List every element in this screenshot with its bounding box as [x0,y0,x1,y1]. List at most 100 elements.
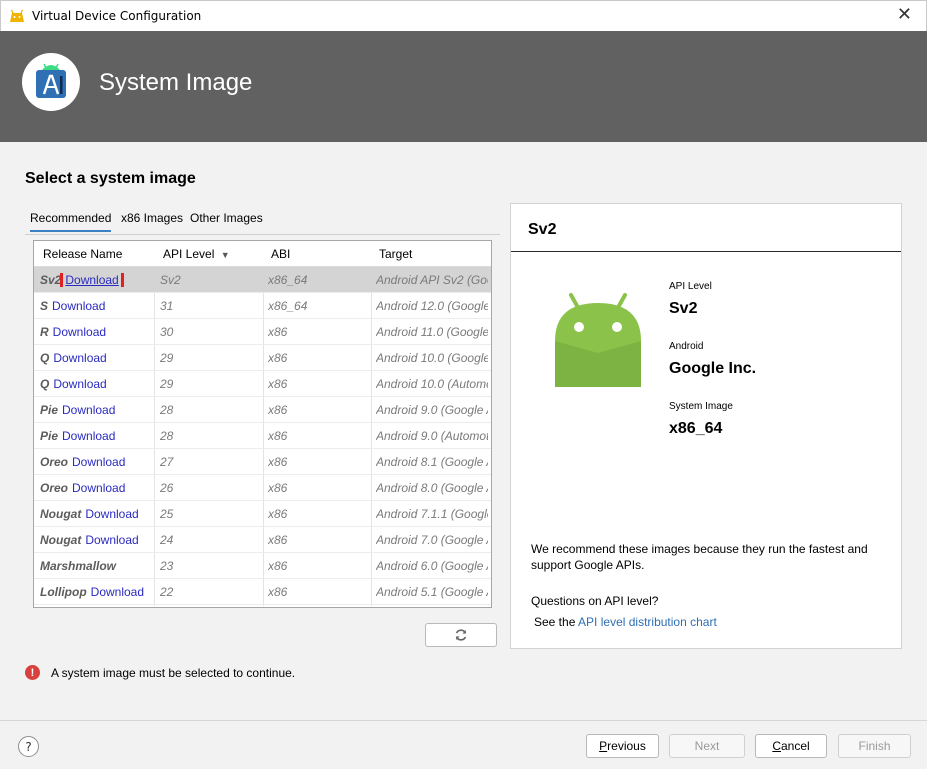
help-button[interactable]: ? [18,736,39,757]
download-link[interactable]: Download [62,429,115,443]
header-banner: System Image [0,31,927,142]
image-details-panel: Sv2 API Level Sv2 Android Google Inc. Sy… [510,203,902,649]
target-cell: Android API Sv2 (Google Play) [376,273,488,287]
release-name: Lollipop [40,585,87,599]
api-level-cell: 31 [160,299,174,313]
abi-cell: x86 [268,481,288,495]
target-cell: Android 9.0 (Automotive) [376,429,488,443]
column-header-release-name[interactable]: Release Name [43,247,122,261]
android-value: Google Inc. [669,360,757,377]
download-link[interactable]: Download [53,377,106,391]
abi-cell: x86 [268,429,288,443]
page-heading: System Image [99,69,253,96]
target-cell: Android 7.1.1 (Google APIs) [376,507,488,521]
release-name-cell: Nougat Download [40,533,152,547]
release-name-cell: S Download [40,299,152,313]
release-name: Nougat [40,533,82,547]
api-level-cell: 26 [160,481,174,495]
table-row[interactable]: R Download 30 x86 Android 11.0 (Google APIs) [34,319,491,345]
abi-cell: x86 [268,585,288,599]
download-link[interactable]: Download [62,403,115,417]
release-name: Pie [40,403,59,417]
section-title: Select a system image [25,170,196,187]
tab-x86-images[interactable]: x86 Images [121,211,183,225]
validation-error: ! A system image must be selected to con… [25,665,295,680]
release-name-cell: Sv2 Download [40,273,152,287]
close-icon[interactable]: ✕ [897,5,912,25]
abi-cell: x86 [268,403,288,417]
release-name: Sv2 [40,273,62,287]
api-level-cell: 29 [160,351,174,365]
release-name: S [40,299,49,313]
api-question: Questions on API level? [531,594,659,608]
release-name-cell: Lollipop Download [40,585,152,599]
table-row[interactable]: QDownload 29 x86 Android 10.0 (Automotive) [34,371,491,397]
abi-cell: x86 [268,455,288,469]
previous-button[interactable]: Previous [586,734,659,758]
table-row[interactable]: NougatDownload 24 x86 Android 7.0 (Google A… [34,527,491,553]
column-header-api-level[interactable]: API Level ▼ [163,247,230,261]
release-name: Nougat [40,507,82,521]
error-message: A system image must be selected to conti… [51,665,296,680]
table-row[interactable]: OreoDownload 26 x86 Android 8.0 (Google API… [34,475,491,501]
api-level-cell: 23 [160,559,174,573]
sort-desc-icon: ▼ [220,250,230,260]
error-icon: ! [25,665,40,680]
cancel-button[interactable]: Cancel [755,734,827,758]
image-tabs: Recommended x86 Images Other Images [25,209,500,235]
target-cell: Android 10.0 (Google APIs) [376,351,488,365]
download-link[interactable]: Download [91,585,144,599]
download-link[interactable]: Download [53,351,106,365]
column-header-abi[interactable]: ABI [271,247,290,261]
api-chart-hint: See the API level distribution chart [534,615,717,629]
api-distribution-link[interactable]: API level distribution chart [578,615,717,629]
release-name-cell: Q Download [40,377,152,391]
table-row[interactable]: NougatDownload 25 x86 Android 7.1.1 (Google… [34,501,491,527]
target-cell: Android 7.0 (Google APIs) [376,533,488,547]
column-header-target[interactable]: Target [379,247,412,261]
api-level-label: API Level [669,281,712,292]
download-link[interactable]: Download [72,481,125,495]
release-name: Oreo [40,481,69,495]
table-row[interactable]: QDownload 29 x86 Android 10.0 (Google APIs) [34,345,491,371]
download-link[interactable]: Download [52,299,105,313]
release-name-cell: Q Download [40,351,152,365]
table-row[interactable]: Marshmallow 23 x86 Android 6.0 (Google APIs… [34,553,491,579]
next-button[interactable]: Next [669,734,745,758]
system-image-label: System Image [669,401,733,412]
table-row[interactable]: OreoDownload 27 x86 Android 8.1 (Google API… [34,449,491,475]
table-row[interactable]: SDownload 31 x86_64 Android 12.0 (Google AP… [34,293,491,319]
api-level-cell: 29 [160,377,174,391]
table-row[interactable]: PieDownload 28 x86 Android 9.0 (Automotive) [34,423,491,449]
table-header: Release Name API Level ▼ ABI Target [34,241,491,267]
target-cell: Android 8.1 (Google APIs) [376,455,488,469]
api-level-cell: Sv2 [160,273,181,287]
abi-cell: x86_64 [268,273,308,287]
system-image-table: Release Name API Level ▼ ABI Target Sv2 D… [33,240,492,608]
download-link[interactable]: Download [60,273,124,287]
download-link[interactable]: Download [72,455,125,469]
release-name: Pie [40,429,59,443]
system-image-value: x86_64 [669,420,723,437]
release-name-cell: Nougat Download [40,507,152,521]
download-link[interactable]: Download [85,533,138,547]
abi-cell: x86 [268,377,288,391]
tab-recommended[interactable]: Recommended [30,211,112,232]
refresh-button[interactable] [425,623,497,647]
details-title: Sv2 [528,221,557,238]
api-level-cell: 27 [160,455,174,469]
download-link[interactable]: Download [53,325,106,339]
release-name: R [40,325,49,339]
table-row[interactable]: PieDownload 28 x86 Android 9.0 (Google APIs… [34,397,491,423]
table-row[interactable]: Sv2DownloadSv2x86_64Android API Sv2 (Goo… [34,267,491,293]
android-studio-logo-icon [36,63,66,98]
target-cell: Android 11.0 (Google APIs) [376,325,488,339]
android-studio-logo [22,53,80,111]
download-link[interactable]: Download [85,507,138,521]
release-name: Q [40,377,50,391]
tab-other-images[interactable]: Other Images [190,211,263,225]
api-level-cell: 28 [160,429,174,443]
table-row[interactable]: Lollipop Download 22 x86 Android 5.1 (Google… [34,579,491,605]
api-level-cell: 22 [160,585,174,599]
finish-button[interactable]: Finish [838,734,911,758]
